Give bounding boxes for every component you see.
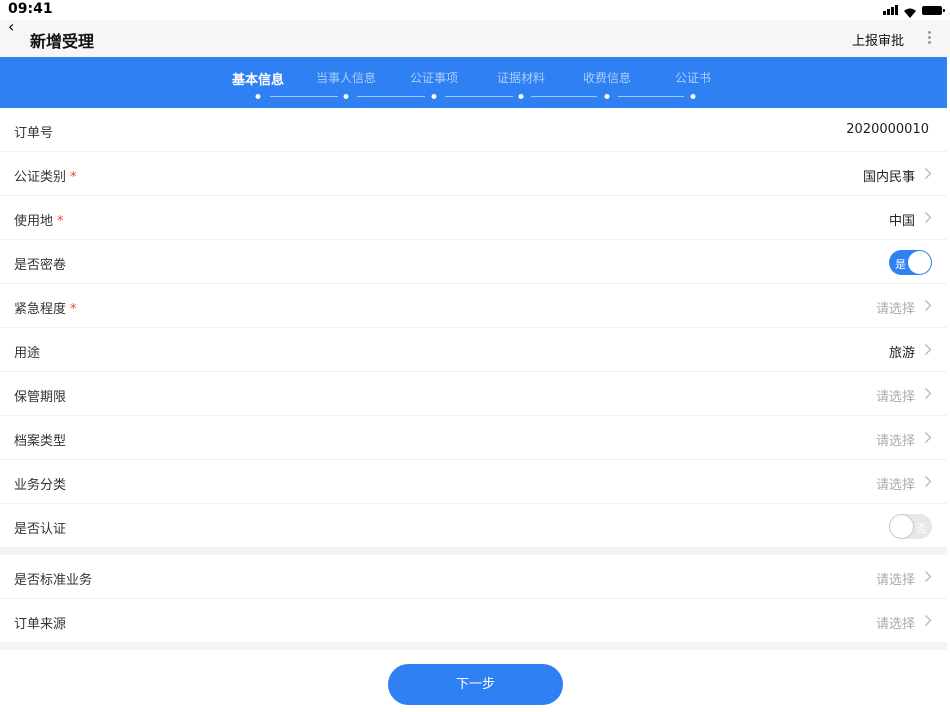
retention-period-placeholder: 请选择	[875, 390, 915, 405]
footer-bar: 下一步	[0, 656, 947, 712]
usage-place-value: 中国	[888, 214, 915, 229]
chevron-right-icon	[925, 212, 932, 223]
step-basic-info[interactable]: 基本信息	[232, 69, 284, 88]
step-dot	[518, 94, 524, 99]
section-divider	[0, 643, 947, 650]
order-source-placeholder: 请选择	[875, 617, 915, 632]
archive-type-label: 档案类型	[14, 434, 67, 449]
step-notary-matters[interactable]: 公证事项	[410, 69, 458, 86]
urgency-label: 紧急程度 *	[14, 302, 77, 317]
required-mark: *	[70, 302, 77, 317]
order-source-row[interactable]: 订单来源 请选择	[0, 599, 947, 643]
page-title: 新增受理	[30, 32, 95, 51]
status-time: 09:41	[8, 1, 53, 17]
step-evidence[interactable]: 证据材料	[497, 69, 545, 86]
urgency-placeholder: 请选择	[875, 302, 915, 317]
standard-business-label: 是否标准业务	[14, 573, 93, 588]
battery-icon	[922, 5, 945, 15]
step-dot	[690, 94, 696, 99]
form-list: 订单号 2020000010 公证类别 * 国内民事 使用地 * 中国 是否密卷 是…	[0, 108, 947, 650]
notary-category-label: 公证类别 *	[14, 170, 77, 185]
toggle-state-text: 是	[895, 258, 906, 271]
retention-period-label: 保管期限	[14, 390, 67, 405]
toggle-knob	[908, 251, 931, 274]
wifi-icon	[903, 4, 917, 18]
step-dot	[604, 94, 610, 99]
step-connector	[357, 96, 425, 97]
certified-toggle[interactable]: 否	[889, 514, 932, 539]
sealed-file-row: 是否密卷 是	[0, 240, 947, 284]
chevron-right-icon	[925, 571, 932, 582]
status-bar: 09:41	[0, 0, 950, 20]
order-number-row: 订单号 2020000010	[0, 108, 947, 152]
purpose-label: 用途	[14, 346, 41, 361]
usage-place-label: 使用地 *	[14, 214, 64, 229]
step-party-info[interactable]: 当事人信息	[316, 69, 376, 86]
standard-business-placeholder: 请选择	[875, 573, 915, 588]
step-connector	[445, 96, 513, 97]
notary-category-row[interactable]: 公证类别 * 国内民事	[0, 152, 947, 196]
next-step-button[interactable]: 下一步	[388, 664, 563, 705]
toggle-state-text: 否	[916, 522, 927, 535]
order-number-label: 订单号	[14, 126, 54, 141]
report-approval-button[interactable]: 上报审批	[852, 30, 904, 49]
navigation-bar: ‹ 新增受理 上报审批	[0, 18, 950, 57]
retention-period-row[interactable]: 保管期限 请选择	[0, 372, 947, 416]
business-class-placeholder: 请选择	[875, 478, 915, 493]
chevron-right-icon	[925, 432, 932, 443]
chevron-right-icon	[925, 344, 932, 355]
purpose-value: 旅游	[888, 346, 915, 361]
chevron-right-icon	[925, 388, 932, 399]
notary-category-value: 国内民事	[862, 170, 915, 185]
required-mark: *	[57, 214, 64, 229]
sealed-file-toggle[interactable]: 是	[889, 250, 932, 275]
back-icon[interactable]: ‹	[8, 18, 22, 36]
business-class-label: 业务分类	[14, 478, 67, 493]
step-connector	[531, 96, 597, 97]
certified-row: 是否认证 否	[0, 504, 947, 548]
step-fees[interactable]: 收费信息	[583, 69, 631, 86]
step-connector	[618, 96, 684, 97]
step-dot	[343, 94, 349, 99]
step-dot	[431, 94, 437, 99]
system-icons	[883, 4, 945, 18]
step-connector	[270, 96, 338, 97]
archive-type-row[interactable]: 档案类型 请选择	[0, 416, 947, 460]
archive-type-placeholder: 请选择	[875, 434, 915, 449]
step-certificate[interactable]: 公证书	[675, 69, 711, 86]
section-divider	[0, 548, 947, 555]
certified-label: 是否认证	[14, 522, 67, 537]
more-options-icon[interactable]	[926, 29, 932, 47]
sealed-file-label: 是否密卷	[14, 258, 67, 273]
step-progress-bar: 基本信息 当事人信息 公证事项 证据材料 收费信息 公证书	[0, 57, 947, 108]
order-source-label: 订单来源	[14, 617, 67, 632]
standard-business-row[interactable]: 是否标准业务 请选择	[0, 555, 947, 599]
purpose-row[interactable]: 用途 旅游	[0, 328, 947, 372]
chevron-right-icon	[925, 476, 932, 487]
chevron-right-icon	[925, 168, 932, 179]
order-number-value: 2020000010	[846, 122, 929, 137]
chevron-right-icon	[925, 615, 932, 626]
urgency-row[interactable]: 紧急程度 * 请选择	[0, 284, 947, 328]
cellular-signal-icon	[883, 5, 898, 15]
required-mark: *	[70, 170, 77, 185]
usage-place-row[interactable]: 使用地 * 中国	[0, 196, 947, 240]
step-dot	[255, 94, 261, 99]
toggle-knob	[890, 515, 913, 538]
chevron-right-icon	[925, 300, 932, 311]
business-class-row[interactable]: 业务分类 请选择	[0, 460, 947, 504]
